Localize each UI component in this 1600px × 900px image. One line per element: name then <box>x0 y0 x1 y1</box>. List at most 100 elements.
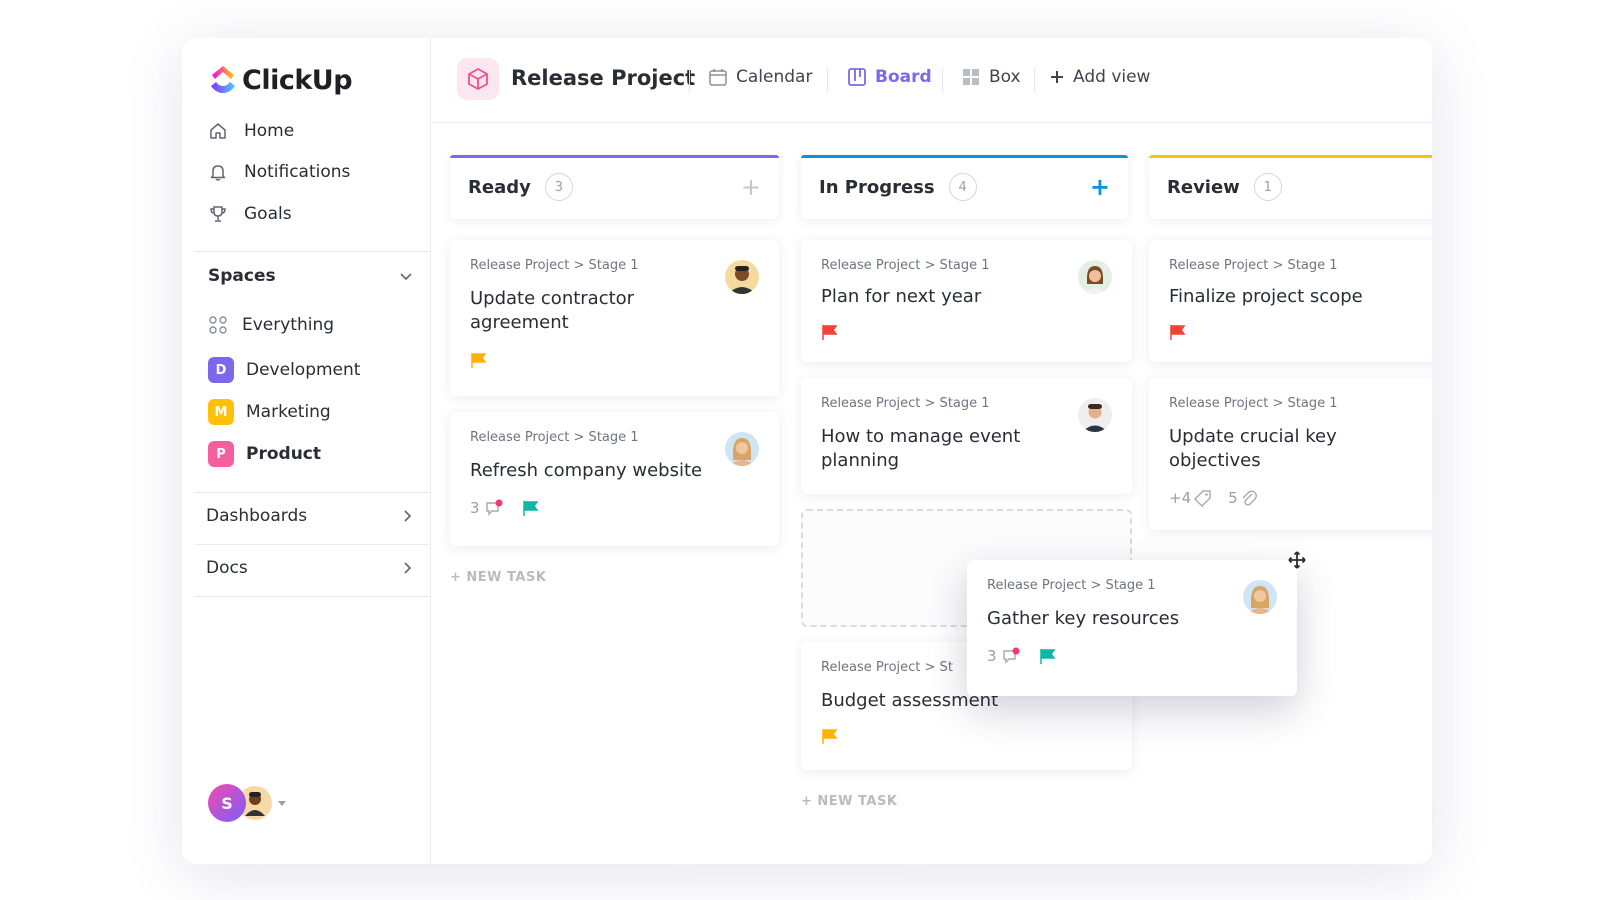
bell-icon <box>210 165 226 181</box>
column-title: In Progress <box>819 176 935 198</box>
add-task-plus-icon[interactable]: + <box>741 175 761 199</box>
task-path: Release Project > Stage 1 <box>1169 396 1338 411</box>
space-label: Development <box>246 360 361 380</box>
flag-icon[interactable] <box>522 499 540 517</box>
nav-goals-label: Goals <box>244 204 292 224</box>
nav-notifications-label: Notifications <box>244 162 351 182</box>
sidebar: ClickUp Home Notifications Goals Spaces <box>182 38 431 864</box>
new-task-button[interactable]: + NEW TASK <box>801 794 897 809</box>
home-icon <box>210 123 226 139</box>
comment-count: 3 <box>987 647 997 665</box>
comment-icon[interactable] <box>1001 647 1021 665</box>
space-marketing[interactable]: M Marketing <box>208 399 331 425</box>
everything-label: Everything <box>242 315 335 335</box>
clickup-logo-icon <box>211 66 235 93</box>
tab-calendar[interactable]: Calendar <box>708 67 812 87</box>
tab-label: Box <box>989 67 1021 87</box>
tab-label: Board <box>875 67 932 87</box>
trophy-icon <box>210 206 226 222</box>
space-development[interactable]: D Development <box>208 357 360 383</box>
flag-icon[interactable] <box>470 351 488 369</box>
add-view-button[interactable]: Add view <box>1049 67 1150 87</box>
divider <box>194 492 431 493</box>
assignee-avatar[interactable] <box>725 432 759 466</box>
assignee-avatar[interactable] <box>1078 260 1112 294</box>
flag-icon[interactable] <box>1169 323 1187 341</box>
cube-icon <box>457 58 499 100</box>
new-task-button[interactable]: + NEW TASK <box>450 570 546 585</box>
tab-box[interactable]: Box <box>961 67 1021 87</box>
page-title: Release Project <box>511 66 696 90</box>
board-icon <box>848 68 866 86</box>
plus-icon <box>1051 71 1063 83</box>
docs-label: Docs <box>206 558 248 578</box>
user-menu[interactable]: S <box>208 784 286 822</box>
column-header-ready[interactable]: Ready 3 + <box>450 155 779 219</box>
task-path: Release Project > Stage 1 <box>821 396 990 411</box>
task-card[interactable]: Release Project > Stage 1 Update crucial… <box>1149 378 1432 530</box>
divider <box>194 544 431 545</box>
space-label: Marketing <box>246 402 331 422</box>
logo-text: ClickUp <box>242 64 353 96</box>
space-badge: D <box>208 357 234 383</box>
paperclip-icon[interactable] <box>1241 489 1257 507</box>
tab-label: Calendar <box>736 67 813 87</box>
assignee-avatar[interactable] <box>725 260 759 294</box>
task-title: Gather key resources <box>987 608 1180 629</box>
task-card[interactable]: Release Project > Stage 1 Update contrac… <box>450 240 779 396</box>
tab-board[interactable]: Board <box>847 67 932 87</box>
spaces-header[interactable]: Spaces <box>208 266 414 286</box>
space-badge: P <box>208 441 234 467</box>
clickup-logo[interactable]: ClickUp <box>208 64 353 96</box>
assignee-avatar[interactable] <box>1078 398 1112 432</box>
task-path: Release Project > Stage 1 <box>470 258 639 273</box>
nav-notifications[interactable]: Notifications <box>208 159 350 185</box>
comment-icon[interactable] <box>484 499 504 517</box>
comment-count: 3 <box>470 499 480 517</box>
grid-dots-icon <box>209 316 227 334</box>
task-path: Release Project > Stage 1 <box>470 430 639 445</box>
column-header-review[interactable]: Review 1 <box>1149 155 1432 219</box>
flag-icon[interactable] <box>821 727 839 745</box>
chevron-down-icon[interactable] <box>398 268 414 284</box>
add-task-plus-icon[interactable]: + <box>1090 175 1110 199</box>
task-card[interactable]: Release Project > Stage 1 Refresh compan… <box>450 412 779 546</box>
dragging-task-card[interactable]: Release Project > Stage 1 Gather key res… <box>967 560 1297 696</box>
space-badge: M <box>208 399 234 425</box>
column-count: 3 <box>544 173 573 201</box>
flag-icon[interactable] <box>821 323 839 341</box>
top-bar: Release Project Calendar Board Box Add v… <box>431 38 1432 123</box>
column-header-in-progress[interactable]: In Progress 4 + <box>801 155 1128 219</box>
column-count: 4 <box>948 173 977 201</box>
task-title: Plan for next year <box>821 286 982 307</box>
task-card[interactable]: Release Project > Stage 1 Plan for next … <box>801 240 1132 362</box>
space-everything[interactable]: Everything <box>208 315 334 335</box>
add-view-label: Add view <box>1073 67 1151 87</box>
task-card[interactable]: Release Project > Stage 1 How to manage … <box>801 378 1132 494</box>
flag-icon[interactable] <box>1039 647 1057 665</box>
divider <box>194 596 431 597</box>
tag-icon[interactable] <box>1194 489 1212 507</box>
task-title: Refresh company website <box>470 460 703 481</box>
docs-link[interactable]: Docs <box>206 558 414 578</box>
tag-count: +4 <box>1169 489 1192 507</box>
dashboards-link[interactable]: Dashboards <box>206 506 414 526</box>
app-window: ClickUp Home Notifications Goals Spaces <box>182 38 1432 864</box>
nav-goals[interactable]: Goals <box>208 201 292 227</box>
chevron-right-icon <box>404 510 412 522</box>
task-path: Release Project > Stage 1 <box>987 578 1156 593</box>
task-card[interactable]: Release Project > Stage 1 Finalize proje… <box>1149 240 1432 362</box>
space-product[interactable]: P Product <box>208 441 321 467</box>
chevron-right-icon <box>404 562 412 574</box>
nav-home[interactable]: Home <box>208 118 294 144</box>
column-title: Review <box>1167 176 1240 198</box>
assignee-avatar[interactable] <box>1243 580 1277 614</box>
task-path: Release Project > Stage 1 <box>821 258 990 273</box>
task-title: How to manage event planning <box>821 426 1021 471</box>
caret-down-icon <box>278 800 286 806</box>
task-path: Release Project > Stage 1 <box>1169 258 1338 273</box>
dashboards-label: Dashboards <box>206 506 308 526</box>
calendar-icon <box>709 69 727 86</box>
attachment-count: 5 <box>1228 489 1238 507</box>
space-label: Product <box>246 444 321 464</box>
